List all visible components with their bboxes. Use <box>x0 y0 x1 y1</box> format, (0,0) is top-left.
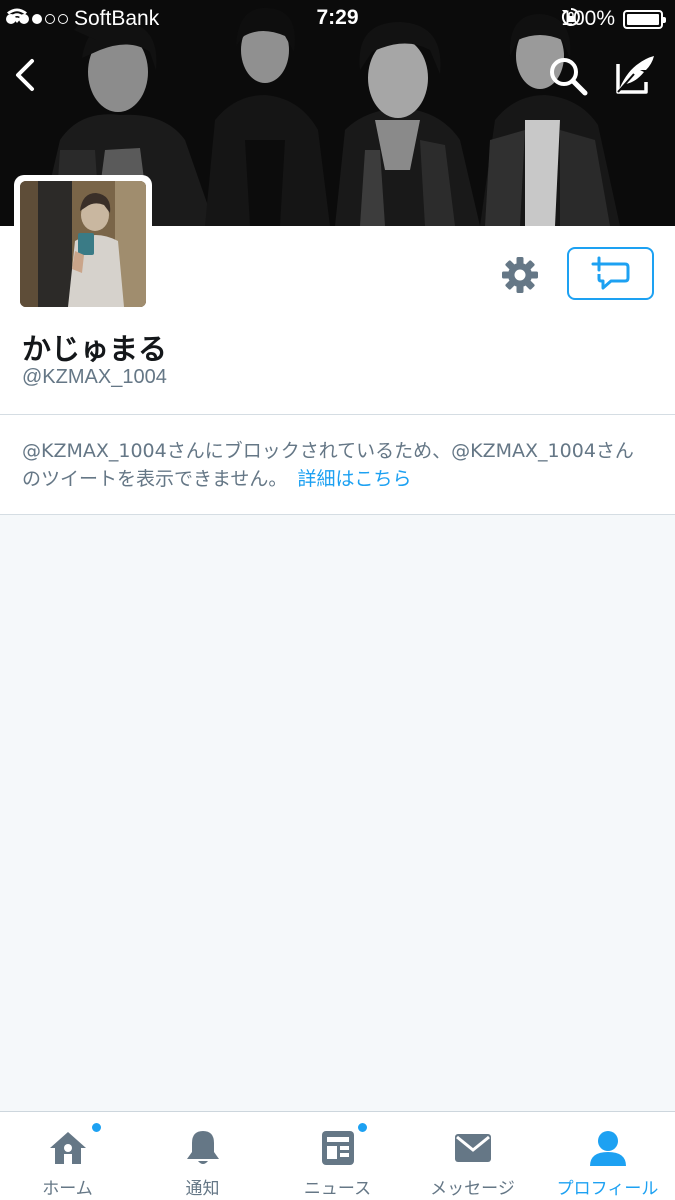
chevron-left-icon <box>16 59 34 91</box>
avatar <box>20 181 146 307</box>
tab-notifications[interactable]: 通知 <box>135 1112 270 1200</box>
direct-message-button[interactable] <box>567 247 654 300</box>
search-icon <box>550 58 588 96</box>
screen-name: @KZMAX_1004 <box>22 366 167 388</box>
home-icon <box>47 1122 102 1168</box>
person-icon <box>587 1128 629 1168</box>
blocked-notice-text: @KZMAX_1004さんにブロックされているため、@KZMAX_1004さんの… <box>22 437 652 493</box>
new-message-icon <box>591 256 629 289</box>
tab-label: プロフィール <box>556 1179 659 1199</box>
status-bar: SoftBank 7:29 100% <box>0 0 675 38</box>
divider <box>0 514 675 515</box>
gear-icon <box>502 257 538 293</box>
battery-fill <box>627 13 659 25</box>
orientation-lock-icon <box>562 8 581 26</box>
tab-home[interactable]: ホーム <box>0 1112 135 1200</box>
news-icon <box>317 1122 368 1168</box>
news-badge <box>356 1122 368 1133</box>
avatar-frame[interactable] <box>14 175 152 313</box>
tab-label: ホーム <box>42 1179 93 1199</box>
tab-label: 通知 <box>185 1179 220 1199</box>
home-badge <box>90 1122 102 1133</box>
tab-profile[interactable]: プロフィール <box>540 1112 675 1200</box>
search-button[interactable] <box>546 54 590 98</box>
battery-icon <box>623 9 666 29</box>
display-name: かじゅまる <box>22 332 168 366</box>
back-button[interactable] <box>8 55 44 95</box>
tab-label: ニュース <box>303 1179 372 1199</box>
settings-button[interactable] <box>500 255 540 295</box>
bell-icon <box>182 1128 224 1168</box>
avatar-photo <box>20 181 146 307</box>
tab-messages[interactable]: メッセージ <box>405 1112 540 1200</box>
compose-tweet-button[interactable] <box>612 52 658 98</box>
tab-label: メッセージ <box>430 1179 515 1199</box>
status-right: 100% <box>561 7 666 31</box>
compose-quill-icon <box>616 56 654 94</box>
envelope-icon <box>452 1128 494 1168</box>
learn-more-link[interactable]: 詳細はこちら <box>297 468 411 490</box>
tab-bar: ホーム 通知 ニュース メッセージ プロフィール <box>0 1111 675 1200</box>
tab-news[interactable]: ニュース <box>270 1112 405 1200</box>
